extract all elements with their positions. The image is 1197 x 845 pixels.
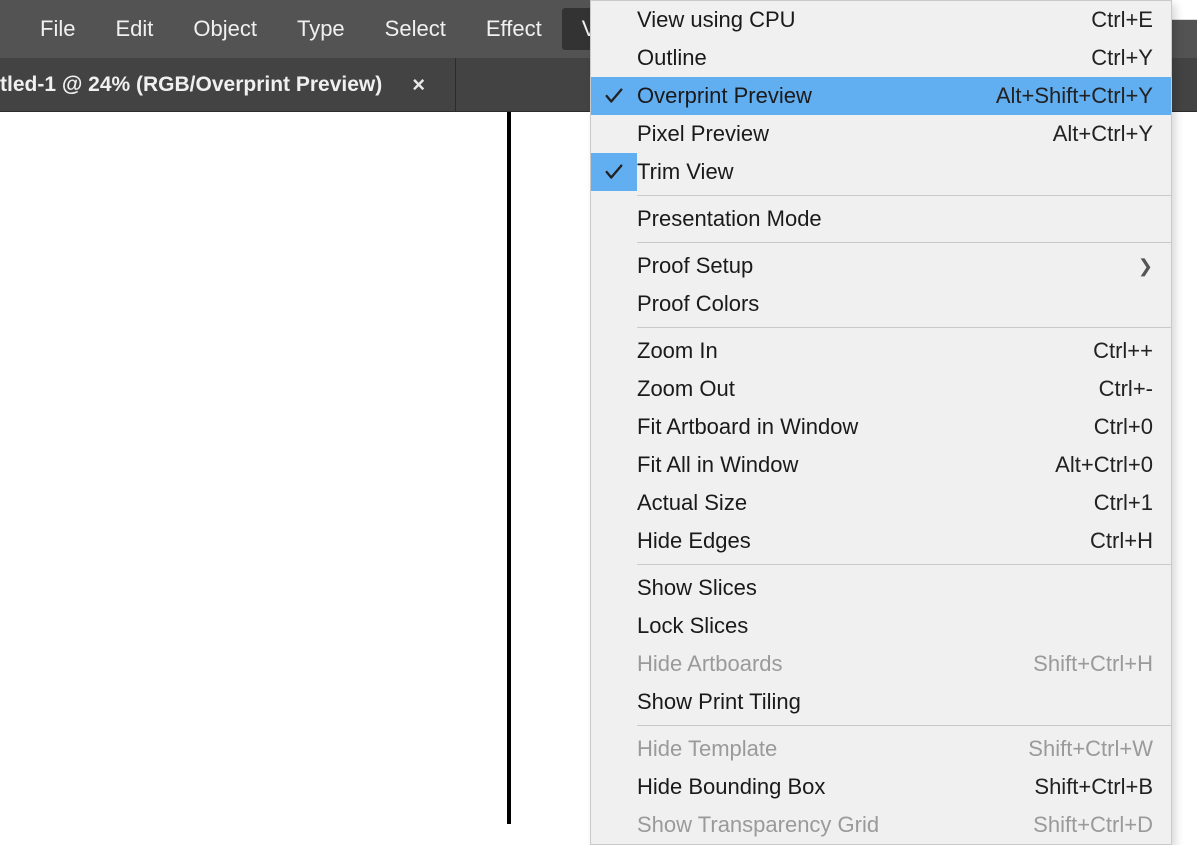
menu-item-proof-colors[interactable]: Proof Colors (591, 285, 1171, 323)
menu-item-pixel-preview[interactable]: Pixel PreviewAlt+Ctrl+Y (591, 115, 1171, 153)
document-tab-title: tled-1 @ 24% (RGB/Overprint Preview) (0, 73, 382, 97)
window-edge (1172, 0, 1197, 20)
menu-item-label: Hide Bounding Box (637, 774, 1034, 800)
menu-item-shortcut: Alt+Ctrl+Y (1053, 121, 1153, 147)
menu-item-hide-edges[interactable]: Hide EdgesCtrl+H (591, 522, 1171, 560)
menu-item-shortcut: Ctrl++ (1093, 338, 1153, 364)
menu-separator (637, 242, 1171, 243)
close-icon[interactable]: × (402, 72, 435, 98)
menu-item-label: Presentation Mode (637, 206, 1153, 232)
menu-item-hide-template: Hide TemplateShift+Ctrl+W (591, 730, 1171, 768)
menu-item-shortcut: Ctrl+- (1099, 376, 1153, 402)
menu-item-label: View using CPU (637, 7, 1091, 33)
menu-item-shortcut: Alt+Shift+Ctrl+Y (996, 83, 1153, 109)
menu-item-shortcut: Alt+Ctrl+0 (1055, 452, 1153, 478)
menu-item-zoom-in[interactable]: Zoom InCtrl++ (591, 332, 1171, 370)
menu-item-shortcut: Ctrl+0 (1094, 414, 1153, 440)
menu-item-shortcut: Ctrl+E (1091, 7, 1153, 33)
menu-item-label: Zoom Out (637, 376, 1099, 402)
checkmark-icon (591, 153, 637, 191)
menu-item-fit-artboard-in-window[interactable]: Fit Artboard in WindowCtrl+0 (591, 408, 1171, 446)
menu-select[interactable]: Select (365, 8, 466, 50)
menu-item-lock-slices[interactable]: Lock Slices (591, 607, 1171, 645)
menu-item-fit-all-in-window[interactable]: Fit All in WindowAlt+Ctrl+0 (591, 446, 1171, 484)
checkmark-icon (591, 85, 637, 107)
view-dropdown: View using CPUCtrl+EOutlineCtrl+YOverpri… (590, 0, 1172, 845)
menu-item-show-slices[interactable]: Show Slices (591, 569, 1171, 607)
menu-item-view-using-cpu[interactable]: View using CPUCtrl+E (591, 1, 1171, 39)
menu-item-label: Actual Size (637, 490, 1094, 516)
menu-item-presentation-mode[interactable]: Presentation Mode (591, 200, 1171, 238)
menu-effect[interactable]: Effect (466, 8, 562, 50)
menu-item-label: Hide Template (637, 736, 1028, 762)
menu-file[interactable]: File (20, 8, 95, 50)
menu-item-hide-bounding-box[interactable]: Hide Bounding BoxShift+Ctrl+B (591, 768, 1171, 806)
menu-item-shortcut: Shift+Ctrl+D (1033, 812, 1153, 838)
menu-separator (637, 725, 1171, 726)
menu-edit[interactable]: Edit (95, 8, 173, 50)
menu-item-shortcut: Ctrl+H (1090, 528, 1153, 554)
menu-item-zoom-out[interactable]: Zoom OutCtrl+- (591, 370, 1171, 408)
menu-item-label: Fit Artboard in Window (637, 414, 1094, 440)
menu-item-label: Proof Setup (637, 253, 1128, 279)
menu-item-hide-artboards: Hide ArtboardsShift+Ctrl+H (591, 645, 1171, 683)
menu-type[interactable]: Type (277, 8, 365, 50)
menu-item-show-transparency-grid: Show Transparency GridShift+Ctrl+D (591, 806, 1171, 844)
menu-item-label: Overprint Preview (637, 83, 996, 109)
menu-item-shortcut: Shift+Ctrl+W (1028, 736, 1153, 762)
menu-item-label: Zoom In (637, 338, 1093, 364)
menu-item-proof-setup[interactable]: Proof Setup ❯ (591, 247, 1171, 285)
menu-item-outline[interactable]: OutlineCtrl+Y (591, 39, 1171, 77)
menu-item-label: Hide Artboards (637, 651, 1033, 677)
menu-item-label: Show Slices (637, 575, 1153, 601)
menu-item-overprint-preview[interactable]: Overprint PreviewAlt+Shift+Ctrl+Y (591, 77, 1171, 115)
menu-item-label: Outline (637, 45, 1091, 71)
menu-item-label: Show Print Tiling (637, 689, 1153, 715)
menu-separator (637, 195, 1171, 196)
menu-object[interactable]: Object (173, 8, 277, 50)
menu-item-label: Lock Slices (637, 613, 1153, 639)
menu-item-shortcut: Shift+Ctrl+B (1034, 774, 1153, 800)
menu-separator (637, 327, 1171, 328)
artboard-edge (507, 112, 511, 824)
menu-item-shortcut: Ctrl+Y (1091, 45, 1153, 71)
menu-item-trim-view[interactable]: Trim View (591, 153, 1171, 191)
menu-item-shortcut: Ctrl+1 (1094, 490, 1153, 516)
menu-item-actual-size[interactable]: Actual SizeCtrl+1 (591, 484, 1171, 522)
menu-item-label: Proof Colors (637, 291, 1153, 317)
menu-item-label: Hide Edges (637, 528, 1090, 554)
menu-item-label: Fit All in Window (637, 452, 1055, 478)
document-tab[interactable]: tled-1 @ 24% (RGB/Overprint Preview) × (0, 58, 456, 111)
menu-item-label: Show Transparency Grid (637, 812, 1033, 838)
chevron-right-icon: ❯ (1138, 256, 1153, 277)
menu-item-show-print-tiling[interactable]: Show Print Tiling (591, 683, 1171, 721)
menu-separator (637, 564, 1171, 565)
menu-item-label: Trim View (637, 159, 1153, 185)
menu-item-label: Pixel Preview (637, 121, 1053, 147)
menu-item-shortcut: Shift+Ctrl+H (1033, 651, 1153, 677)
